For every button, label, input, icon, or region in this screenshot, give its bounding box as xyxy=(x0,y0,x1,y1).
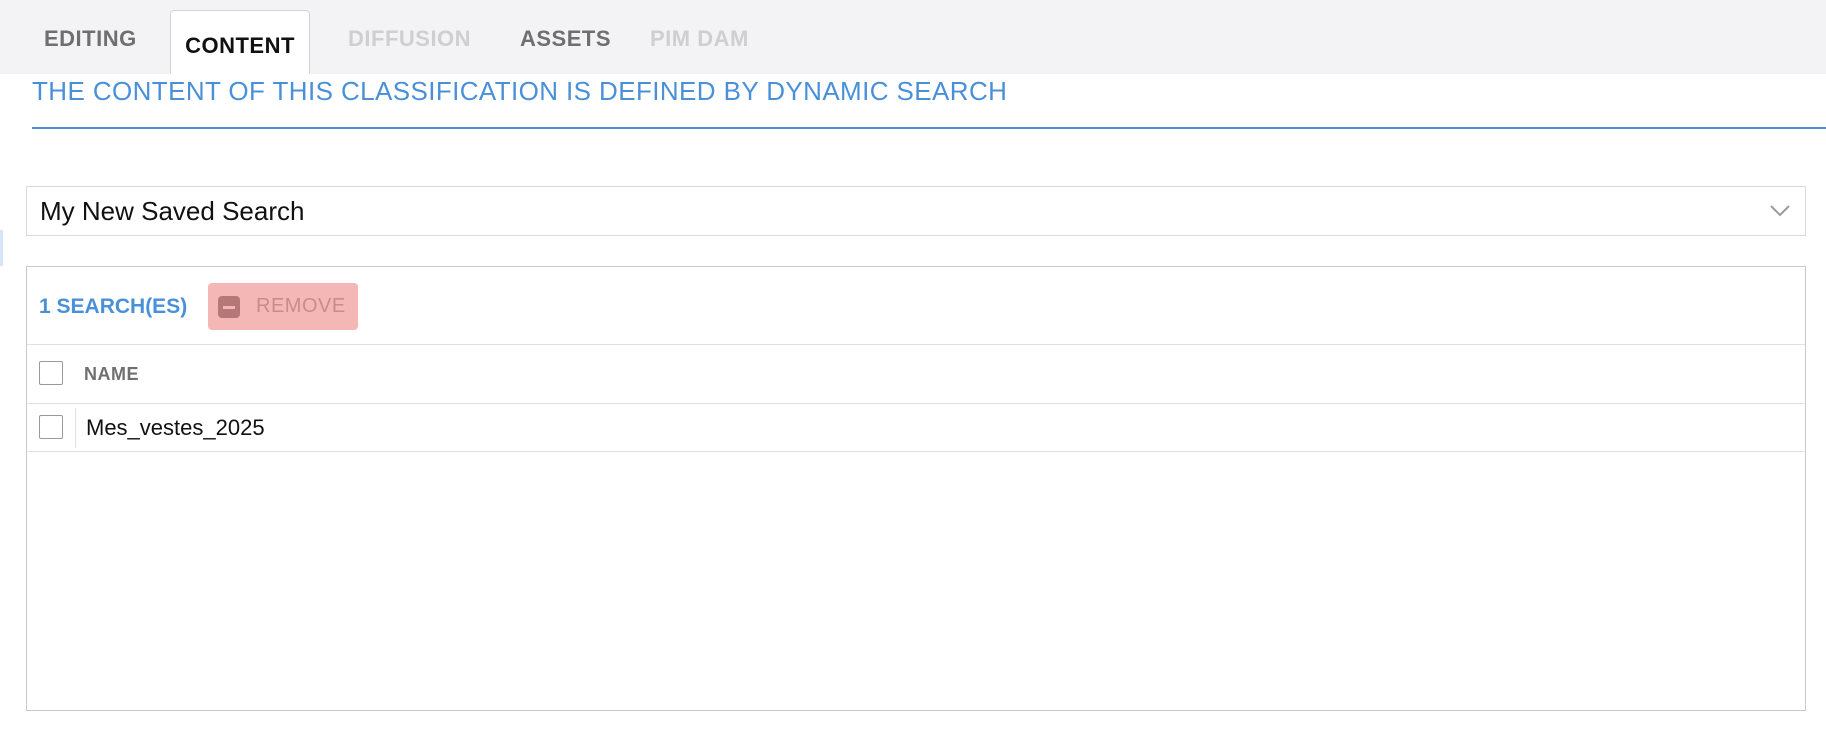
tab-assets[interactable]: ASSETS xyxy=(520,26,611,52)
searches-panel: 1 SEARCH(ES) REMOVE NAME Mes_vestes_2025 xyxy=(26,266,1806,711)
row-name: Mes_vestes_2025 xyxy=(86,415,265,440)
tab-bar: EDITING CONTENT DIFFUSION ASSETS PIM DAM xyxy=(0,0,1826,74)
section-title: THE CONTENT OF THIS CLASSIFICATION IS DE… xyxy=(32,76,1008,106)
remove-button[interactable]: REMOVE xyxy=(208,283,358,330)
remove-button-label: REMOVE xyxy=(256,295,346,317)
tab-diffusion[interactable]: DIFFUSION xyxy=(348,26,471,52)
tab-content[interactable]: CONTENT xyxy=(170,10,310,74)
left-edge-marker xyxy=(0,230,3,266)
saved-search-select[interactable]: My New Saved Search xyxy=(26,186,1806,236)
select-all-checkbox[interactable] xyxy=(39,361,63,385)
table-row[interactable]: Mes_vestes_2025 xyxy=(27,404,1805,452)
cell-divider xyxy=(75,408,76,448)
section-divider xyxy=(32,127,1826,129)
tab-editing[interactable]: EDITING xyxy=(44,26,137,52)
chevron-down-icon xyxy=(1770,205,1790,217)
searches-toolbar: 1 SEARCH(ES) REMOVE xyxy=(27,267,1805,345)
saved-search-select-value: My New Saved Search xyxy=(40,195,305,226)
search-count: 1 SEARCH(ES) xyxy=(39,295,188,318)
tab-pim-dam[interactable]: PIM DAM xyxy=(650,26,749,52)
table-header: NAME xyxy=(27,344,1805,404)
row-checkbox[interactable] xyxy=(39,415,63,439)
minus-square-icon xyxy=(218,295,240,318)
column-header-name[interactable]: NAME xyxy=(84,364,139,385)
